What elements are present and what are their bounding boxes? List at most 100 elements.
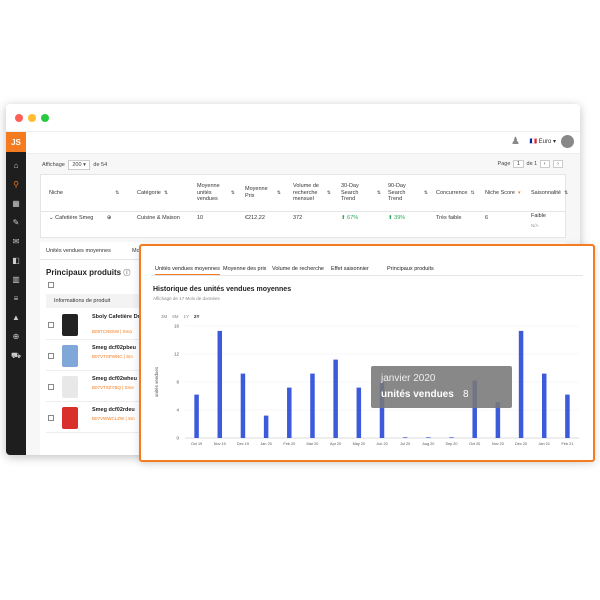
x-tick-label: Aug 20 <box>422 442 434 446</box>
y-axis-label: unités vendues <box>154 366 159 397</box>
tools-icon[interactable]: ✎ <box>10 217 22 228</box>
product-image[interactable] <box>62 376 78 398</box>
product-image[interactable] <box>62 407 78 429</box>
page-total: de 1 <box>526 161 538 167</box>
select-all-checkbox[interactable] <box>48 282 54 288</box>
home-icon[interactable]: ⌂ <box>10 160 22 171</box>
flag-icon: 🇫🇷 <box>529 139 539 145</box>
chart-icon[interactable]: ▥ <box>10 274 22 285</box>
help-icon[interactable]: ⊕ <box>10 331 22 342</box>
header-divider <box>41 211 565 212</box>
logo[interactable]: JS <box>6 132 26 152</box>
y-tick-label: 4 <box>176 408 179 413</box>
avatar[interactable] <box>561 135 574 148</box>
window-titlebar <box>6 104 580 132</box>
products-title: Principaux produits ⓘ <box>46 268 131 277</box>
header-trend30[interactable]: 30-Day Search Trend ⇅ <box>341 175 381 211</box>
bar <box>541 373 547 438</box>
x-tick-label: Nov 19 <box>214 442 226 446</box>
header-trend90[interactable]: 90-Day Search Trend ⇅ <box>388 175 428 211</box>
display-of-label: de 54 <box>93 162 108 168</box>
x-tick-label: Oct 19 <box>191 442 202 446</box>
header-seasonality[interactable]: Saisonnalité ⇅ <box>531 175 577 211</box>
cart-icon[interactable]: ⛟ <box>10 350 22 361</box>
header-niche[interactable]: Niche ⇅ <box>49 175 119 211</box>
x-tick-label: Feb 21 <box>561 442 573 446</box>
x-tick-label: Jun 20 <box>376 442 387 446</box>
chart-tooltip: janvier 2020 unités vendues 8 <box>371 366 512 408</box>
row-checkbox[interactable] <box>48 322 54 328</box>
bar <box>565 394 570 438</box>
currency-label: Euro <box>538 139 552 145</box>
header-score[interactable]: Niche Score ▾ <box>485 175 521 211</box>
y-tick-label: 8 <box>176 380 179 385</box>
row-trend30: ⬆ 67% <box>341 215 359 221</box>
user-alert-icon[interactable]: ♟ <box>511 136 520 147</box>
bar <box>356 387 362 438</box>
display-count-select[interactable]: 200 ▾ <box>68 160 90 170</box>
tab-units[interactable]: Unités vendues moyennes <box>46 248 111 254</box>
x-tick-label: Jan 20 <box>260 442 271 446</box>
header-category[interactable]: Catégorie ⇅ <box>137 175 187 211</box>
chart-popup: Unités vendues moyennes Moyenne des prix… <box>139 244 595 462</box>
row-category: Cuisine & Maison <box>137 215 180 221</box>
search-icon[interactable]: ⚲ <box>10 179 22 190</box>
page-input[interactable]: 1 <box>512 160 524 168</box>
bar <box>263 415 269 438</box>
trend-icon[interactable]: ◧ <box>10 255 22 266</box>
display-filter: Affichage 200 ▾ de 54 <box>42 160 107 170</box>
x-tick-label: Mar 20 <box>307 442 319 446</box>
row-checkbox[interactable] <box>48 384 54 390</box>
header-competition[interactable]: Concurrence ⇅ <box>436 175 482 211</box>
bar-chart: unités vendues 0 4 8 12 16 Oct 19 Nov 19 Dec 19 J… <box>154 324 579 446</box>
bar <box>194 394 199 438</box>
minimize-window-button[interactable] <box>28 114 36 122</box>
next-page-button[interactable]: › <box>553 160 563 168</box>
maximize-window-button[interactable] <box>41 114 49 122</box>
product-image[interactable] <box>62 314 78 336</box>
currency-selector[interactable]: 🇫🇷 Euro ▾ <box>529 138 556 145</box>
bar <box>449 437 454 438</box>
prev-page-button[interactable]: ‹ <box>539 160 550 168</box>
y-tick-label: 16 <box>174 324 180 329</box>
display-label: Affichage <box>42 162 65 168</box>
map-icon[interactable]: ▦ <box>10 198 22 209</box>
bar <box>402 437 408 438</box>
megaphone-icon[interactable]: ✉ <box>10 236 22 247</box>
stack-icon[interactable]: ≡ <box>10 293 22 304</box>
row-units: 10 <box>197 215 204 221</box>
y-tick-label: 0 <box>176 436 179 441</box>
x-tick-label: Dec 20 <box>515 442 527 446</box>
row-seasonality: Faible <box>531 213 546 219</box>
info-icon[interactable]: ⓘ <box>123 270 130 277</box>
bar <box>217 330 223 438</box>
topbar: ♟ 🇫🇷 Euro ▾ <box>26 132 580 154</box>
row-price: €212,22 <box>245 215 265 221</box>
x-tick-label: Apr 20 <box>330 442 341 446</box>
header-price[interactable]: Moyenne Prix ⇅ <box>245 175 281 211</box>
bar <box>310 373 315 438</box>
x-tick-label: May 20 <box>353 442 365 446</box>
niche-table: Niche ⇅ Catégorie ⇅ Moyenne unités vendues… <box>40 174 568 238</box>
x-tick-label: Nov 20 <box>492 442 504 446</box>
header-units[interactable]: Moyenne unités vendues ⇅ <box>197 175 235 211</box>
row-volume: 372 <box>293 215 303 221</box>
bar <box>426 437 431 438</box>
school-icon[interactable]: ▲ <box>10 312 22 323</box>
bar <box>287 387 292 438</box>
product-image[interactable] <box>62 345 78 367</box>
page-label: Page <box>497 161 511 167</box>
pagination: Page 1 de 1 ‹ › <box>498 160 564 168</box>
x-tick-label: Jul 20 <box>400 442 410 446</box>
tooltip-label: unités vendues <box>381 389 454 400</box>
x-tick-label: Dec 19 <box>237 442 249 446</box>
row-checkbox[interactable] <box>48 415 54 421</box>
sidebar: JS ⌂ ⚲ ▦ ✎ ✉ ◧ ▥ ≡ ▲ ⊕ ⛟ <box>6 132 26 455</box>
close-window-button[interactable] <box>15 114 23 122</box>
x-tick-label: Sep 20 <box>446 442 458 446</box>
row-checkbox[interactable] <box>48 353 54 359</box>
tooltip-value: 8 <box>463 389 469 400</box>
row-niche[interactable]: ⌄ Cafetière Smeg ⊕ <box>49 215 112 221</box>
bar <box>518 330 524 438</box>
header-volume[interactable]: Volume de recherche mensuel ⇅ <box>293 175 331 211</box>
